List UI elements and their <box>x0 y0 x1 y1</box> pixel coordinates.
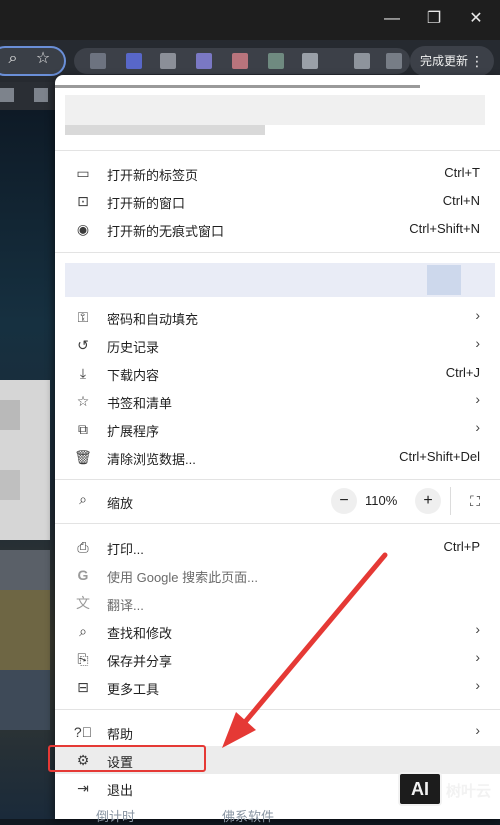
watermark-logo: AI <box>398 772 442 806</box>
watermark-text: 树叶云 <box>446 783 492 800</box>
watermark: AI 树叶云 <box>398 772 498 810</box>
arrow-shaft <box>237 552 388 731</box>
background-label-left: 倒计时 <box>96 809 136 824</box>
annotation-arrow <box>222 552 388 748</box>
background-label-right: 佛系软件 <box>222 809 275 824</box>
